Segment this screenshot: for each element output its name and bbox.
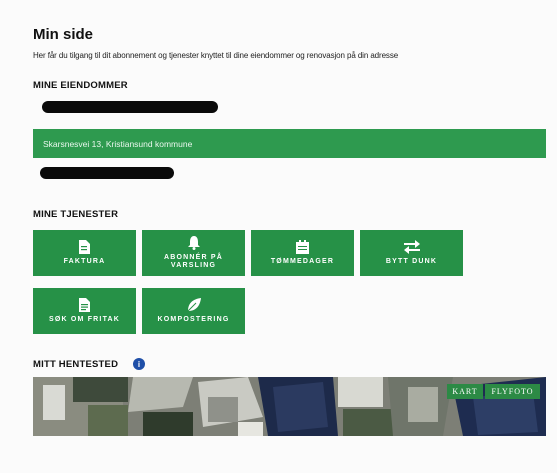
service-tile-label: BYTT DUNK [385, 258, 438, 265]
service-tile-composting[interactable]: KOMPOSTERING [142, 288, 245, 334]
service-tile-subscribe-alerts[interactable]: ABONNÉR PÅ VARSLING [142, 230, 245, 276]
service-tile-label: FAKTURA [63, 258, 106, 265]
bell-icon [187, 236, 200, 250]
pickup-heading: MITT HENTESTED [33, 359, 119, 370]
service-tile-exemption[interactable]: SØK OM FRITAK [33, 288, 136, 334]
leaf-icon [187, 298, 201, 312]
aerial-view-button[interactable]: FLYFOTO [485, 384, 540, 399]
service-tile-label: ABONNÉR PÅ VARSLING [163, 254, 224, 269]
calendar-icon [296, 240, 309, 254]
service-tile-swap-bin[interactable]: BYTT DUNK [360, 230, 463, 276]
pickup-map[interactable]: KART FLYFOTO [33, 377, 546, 436]
property-address: Skarsnesvei 13, Kristiansund kommune [43, 138, 193, 149]
service-tile-label: TØMMEDAGER [270, 258, 335, 265]
document-icon [79, 298, 90, 312]
service-tile-label: SØK OM FRITAK [48, 316, 121, 323]
service-tile-invoice[interactable]: FAKTURA [33, 230, 136, 276]
services-heading: MINE TJENESTER [33, 209, 119, 220]
swap-arrows-icon [403, 240, 420, 254]
redacted-property-scribble [40, 167, 174, 179]
intro-text: Her får du tilgang til dit abonnement og… [33, 51, 399, 60]
service-tile-label: KOMPOSTERING [157, 316, 230, 323]
page-title: Min side [33, 26, 94, 43]
redacted-property-scribble [42, 101, 218, 113]
info-icon[interactable]: i [133, 358, 145, 370]
properties-heading: MINE EIENDOMMER [33, 80, 128, 91]
service-tile-collection-days[interactable]: TØMMEDAGER [251, 230, 354, 276]
property-item-selected[interactable]: Skarsnesvei 13, Kristiansund kommune [33, 129, 546, 158]
invoice-icon [79, 240, 90, 254]
map-view-button[interactable]: KART [447, 384, 483, 399]
